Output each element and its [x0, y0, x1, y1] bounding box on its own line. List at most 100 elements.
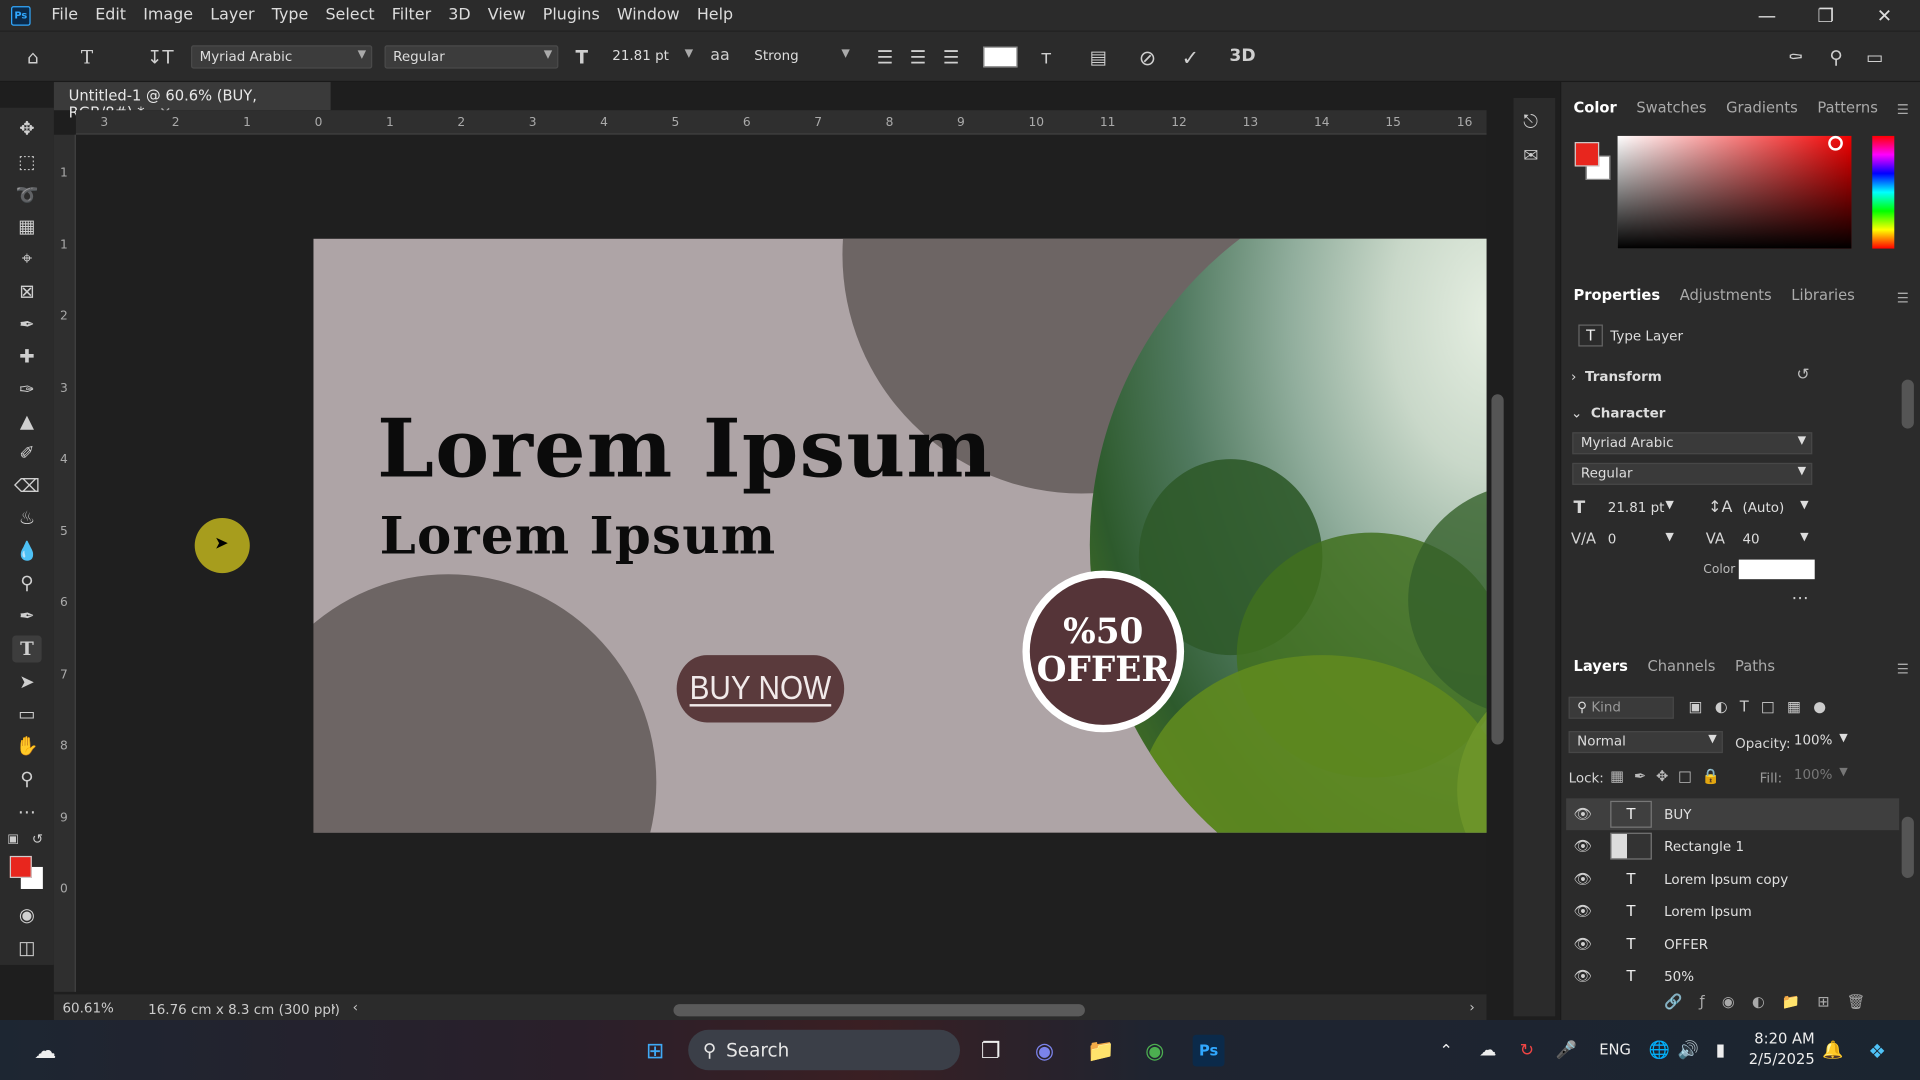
menu-image[interactable]: Image: [135, 6, 202, 24]
tab-adjustments[interactable]: Adjustments: [1680, 287, 1772, 304]
crop-tool-icon[interactable]: ⌖: [12, 245, 41, 272]
prop-font-family-select[interactable]: Myriad Arabic ▼: [1572, 432, 1813, 455]
object-selection-tool-icon[interactable]: ▦: [12, 213, 41, 240]
layer-visibility-icon[interactable]: 👁: [1573, 871, 1593, 888]
character-panel-icon[interactable]: ▤: [1090, 47, 1107, 69]
buy-now-button[interactable]: BUY NOW: [676, 655, 845, 723]
lasso-tool-icon[interactable]: ➰: [12, 181, 41, 208]
menu-select[interactable]: Select: [317, 6, 383, 24]
scroll-right-icon[interactable]: ›: [1469, 999, 1474, 1015]
path-selection-tool-icon[interactable]: ➤: [12, 669, 41, 696]
prop-font-style-select[interactable]: Regular ▼: [1572, 462, 1813, 485]
menu-filter[interactable]: Filter: [383, 6, 440, 24]
align-right-icon[interactable]: ☰: [943, 47, 959, 69]
sync-icon[interactable]: ↻: [1511, 1035, 1543, 1067]
reset-transform-icon[interactable]: ↺: [1796, 366, 1809, 384]
tab-libraries[interactable]: Libraries: [1791, 287, 1854, 304]
healing-brush-tool-icon[interactable]: ✚: [12, 343, 41, 370]
menu-help[interactable]: Help: [688, 6, 741, 24]
hue-slider[interactable]: [1872, 135, 1895, 249]
clock-date[interactable]: 2/5/2025: [1744, 1051, 1815, 1068]
swap-colors-icon[interactable]: ↺: [32, 831, 43, 847]
color-fg-swatch[interactable]: [1574, 142, 1600, 167]
layer-row[interactable]: 👁 T 50%: [1566, 960, 1899, 992]
foreground-color-swatch[interactable]: [9, 855, 32, 878]
layers-menu-icon[interactable]: ☰: [1897, 661, 1909, 677]
frame-tool-icon[interactable]: ⊠: [12, 278, 41, 305]
layer-visibility-icon[interactable]: 👁: [1573, 902, 1593, 919]
layer-visibility-icon[interactable]: 👁: [1573, 806, 1593, 823]
font-style-select[interactable]: Regular ▼: [384, 45, 559, 69]
notifications-icon[interactable]: 🔔: [1817, 1035, 1849, 1067]
menu-file[interactable]: File: [43, 6, 87, 24]
text-color-swatch[interactable]: [983, 46, 1018, 68]
hand-tool-icon[interactable]: ✋: [12, 732, 41, 759]
flask-icon[interactable]: ⚰: [1788, 47, 1803, 69]
blur-tool-icon[interactable]: 💧: [12, 538, 41, 565]
layer-visibility-icon[interactable]: 👁: [1573, 838, 1593, 855]
menu-window[interactable]: Window: [608, 6, 688, 24]
tab-swatches[interactable]: Swatches: [1636, 99, 1706, 116]
align-center-icon[interactable]: ☰: [910, 47, 926, 69]
zoom-level[interactable]: 60.61%: [62, 1000, 113, 1016]
marquee-tool-icon[interactable]: ⬚: [12, 148, 41, 175]
search-icon[interactable]: ⚲: [1829, 47, 1842, 69]
weather-widget-icon[interactable]: ☁: [29, 1035, 61, 1067]
copilot-icon[interactable]: ❖: [1861, 1035, 1893, 1067]
task-view-icon[interactable]: ❐: [975, 1035, 1007, 1067]
menu-view[interactable]: View: [479, 6, 534, 24]
prop-tracking-field[interactable]: 40 ▼: [1735, 530, 1808, 552]
layer-row[interactable]: 👁 Rectangle 1: [1566, 830, 1899, 862]
layer-actions-bar[interactable]: 🔗ƒ◉◐📁⊞🗑: [1664, 993, 1882, 1010]
opacity-field[interactable]: 100% ▼: [1787, 731, 1848, 753]
teams-icon[interactable]: ◉: [1029, 1035, 1061, 1067]
prop-kerning-field[interactable]: 0 ▼: [1600, 530, 1674, 552]
restore-icon[interactable]: ❐: [1798, 0, 1854, 31]
home-icon[interactable]: ⌂: [27, 47, 39, 69]
eyedropper-tool-icon[interactable]: ✒: [12, 311, 41, 338]
default-colors-icon[interactable]: ▣: [7, 833, 19, 846]
file-explorer-icon[interactable]: 📁: [1085, 1035, 1117, 1067]
zoom-tool-icon[interactable]: ⚲: [12, 765, 41, 792]
prop-size-field[interactable]: 21.81 pt ▼: [1600, 498, 1674, 520]
menu-3d[interactable]: 3D: [440, 6, 480, 24]
horizontal-scrollbar[interactable]: [673, 1004, 1085, 1017]
battery-icon[interactable]: ▮: [1705, 1035, 1737, 1067]
font-size-select[interactable]: 21.81 pt ▼: [605, 45, 698, 68]
lock-icons[interactable]: ▦✒✥□🔒: [1610, 768, 1730, 785]
workspace-icon[interactable]: ▭: [1866, 47, 1883, 69]
vertical-scrollbar[interactable]: [1491, 394, 1504, 745]
history-icon[interactable]: ⎋: [1523, 110, 1538, 132]
text-orientation-icon[interactable]: ↧T: [147, 47, 174, 69]
layer-row[interactable]: 👁 T Lorem Ipsum copy: [1566, 863, 1899, 895]
start-button-icon[interactable]: ⊞: [639, 1035, 671, 1067]
show-hidden-icons-icon[interactable]: ⌃: [1430, 1035, 1462, 1067]
minimize-icon[interactable]: —: [1739, 0, 1795, 31]
artboard-banner[interactable]: Lorem Ipsum Lorem Ipsum BUY NOW %50 OFFE…: [313, 238, 1487, 833]
eraser-tool-icon[interactable]: ⌫: [12, 473, 41, 500]
document-tab[interactable]: Untitled-1 @ 60.6% (BUY, RGB/8#) * ✕: [53, 82, 331, 121]
taskbar-search-box[interactable]: ⚲ Search: [688, 1029, 961, 1071]
character-section[interactable]: ⌄ Character: [1571, 405, 1665, 421]
layer-row[interactable]: 👁 T OFFER: [1566, 928, 1899, 960]
menu-plugins[interactable]: Plugins: [534, 6, 608, 24]
pen-tool-icon[interactable]: ✒: [12, 602, 41, 629]
tab-layers[interactable]: Layers: [1573, 658, 1627, 675]
chrome-icon[interactable]: ◉: [1139, 1035, 1171, 1067]
type-tool-preset-icon[interactable]: T: [81, 47, 93, 69]
layers-scrollbar[interactable]: [1901, 816, 1914, 878]
paint-bucket-tool-icon[interactable]: ♨: [12, 504, 41, 531]
create-3d-button[interactable]: 3D: [1229, 47, 1255, 67]
cancel-edits-icon[interactable]: ⊘: [1139, 47, 1156, 71]
color-picker-handle[interactable]: [1828, 135, 1843, 151]
color-field[interactable]: [1617, 135, 1852, 249]
tab-patterns[interactable]: Patterns: [1817, 99, 1878, 116]
more-tools-icon[interactable]: ⋯: [12, 798, 41, 825]
history-brush-tool-icon[interactable]: ✐: [12, 440, 41, 467]
layer-filter-icons[interactable]: ▣◐T□▦●: [1689, 698, 1839, 715]
menu-type[interactable]: Type: [263, 6, 317, 24]
layer-row[interactable]: 👁 T Lorem Ipsum: [1566, 895, 1899, 927]
blend-mode-select[interactable]: Normal ▼: [1568, 731, 1723, 754]
dodge-tool-icon[interactable]: ⚲: [12, 569, 41, 596]
quick-mask-icon[interactable]: ◉: [12, 901, 41, 928]
